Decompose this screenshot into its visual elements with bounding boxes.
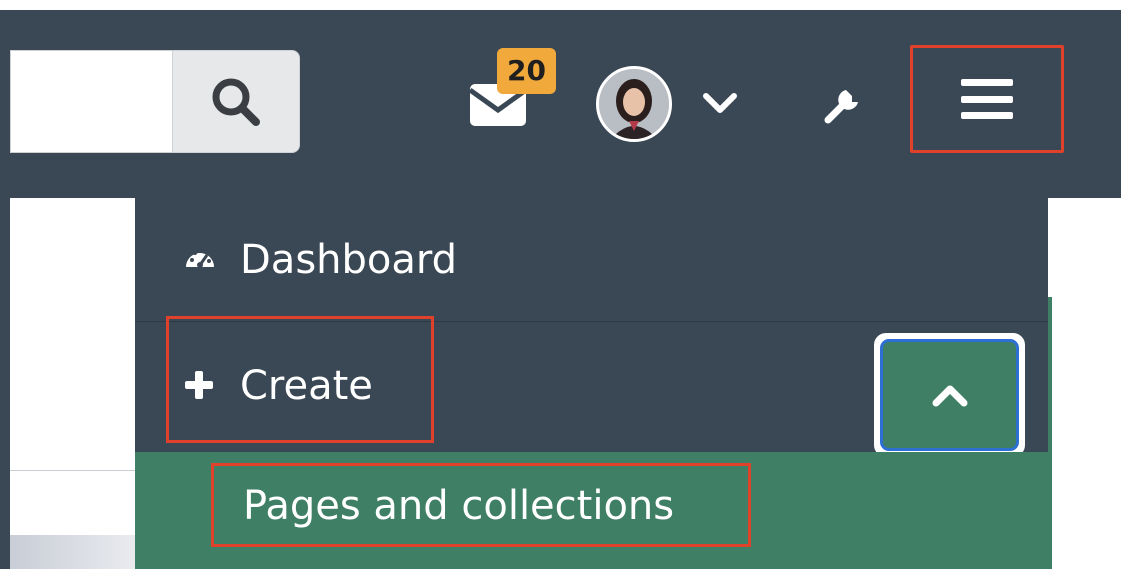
user-avatar[interactable] (596, 66, 672, 142)
top-border (0, 0, 1121, 10)
content-divider (10, 470, 135, 471)
search-button[interactable] (172, 50, 300, 153)
search-input[interactable] (10, 50, 172, 153)
search-icon (212, 78, 260, 126)
wrench-icon (824, 90, 858, 124)
hamburger-icon (961, 79, 1013, 119)
content-strip (10, 535, 135, 569)
menu-item-dashboard-label: Dashboard (240, 237, 458, 283)
notification-badge: 20 (497, 48, 556, 94)
menu-item-create-label: Create (240, 363, 373, 409)
user-menu-chevron[interactable] (700, 88, 740, 118)
submenu-edge (1048, 297, 1052, 569)
plus-icon (182, 368, 216, 402)
admin-tools-button[interactable] (822, 82, 866, 126)
create-submenu-toggle[interactable] (874, 333, 1025, 457)
page-gutter (1048, 198, 1121, 569)
avatar-photo (599, 69, 669, 139)
create-submenu-toggle-inner (880, 339, 1019, 451)
left-border (0, 10, 10, 569)
menu-toggle-button[interactable] (910, 45, 1064, 153)
dashboard-gauge-icon (184, 243, 216, 275)
chevron-up-icon (932, 385, 967, 407)
submenu-item-pages-and-collections-label: Pages and collections (243, 483, 675, 529)
chevron-down-icon (703, 93, 737, 113)
